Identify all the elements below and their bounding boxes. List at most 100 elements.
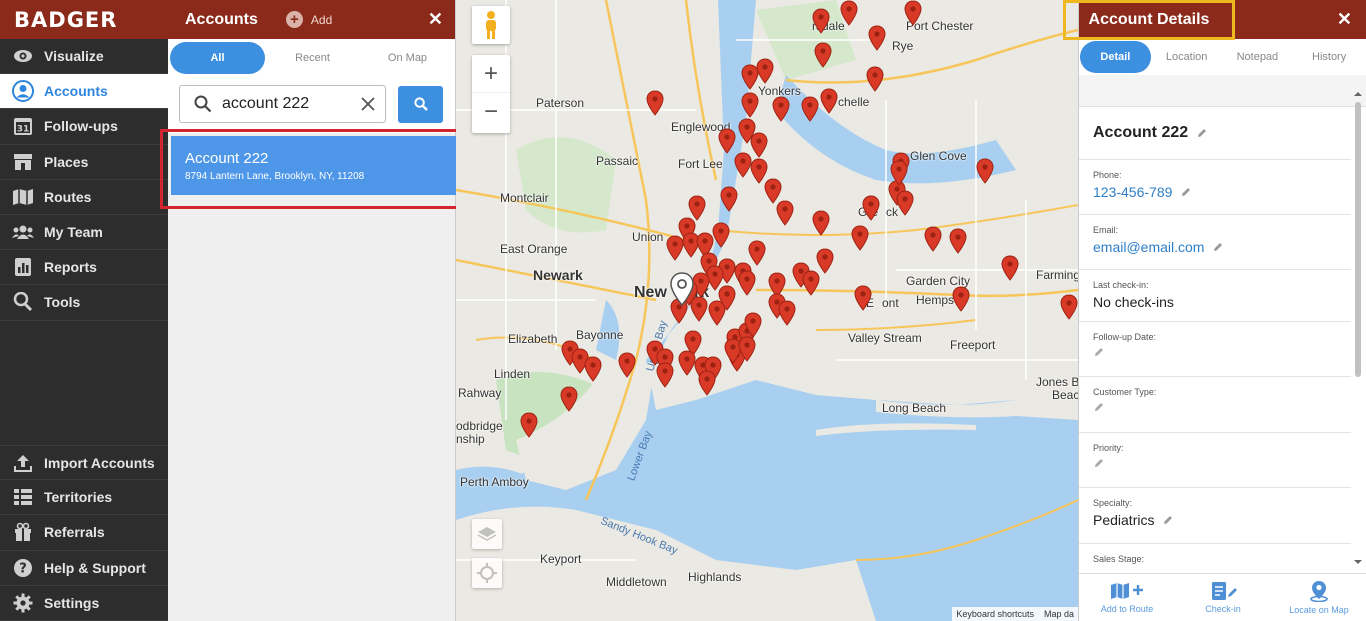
account-map-pin[interactable] — [778, 300, 796, 326]
sidebar-item-visualize[interactable]: Visualize — [0, 39, 168, 75]
close-details-button[interactable]: ✕ — [1337, 9, 1352, 30]
edit-pencil-icon[interactable] — [1162, 514, 1174, 526]
tab-recent[interactable]: Recent — [265, 42, 360, 74]
account-map-pin[interactable] — [756, 58, 774, 84]
account-map-pin[interactable] — [584, 356, 602, 382]
tab-all[interactable]: All — [170, 42, 265, 74]
edit-pencil-icon[interactable] — [1212, 241, 1224, 253]
sidebar-item-label: Import Accounts — [44, 454, 155, 471]
phone-value[interactable]: 123-456-789 — [1093, 184, 1172, 200]
map-data-link[interactable]: Map da — [1044, 609, 1074, 619]
account-map-pin[interactable] — [890, 160, 908, 186]
account-map-pin[interactable] — [1001, 255, 1019, 281]
selected-location-pin[interactable] — [670, 272, 694, 306]
sidebar-item-settings[interactable]: Settings — [0, 586, 168, 621]
upload-icon — [12, 453, 34, 473]
zoom-out-button[interactable]: − — [472, 93, 510, 131]
sidebar-item-tools[interactable]: Tools — [0, 285, 168, 321]
account-map-pin[interactable] — [520, 412, 538, 438]
account-map-pin[interactable] — [741, 92, 759, 118]
sidebar-item-import-accounts[interactable]: Import Accounts — [0, 445, 168, 481]
my-location-button[interactable] — [472, 558, 502, 588]
account-map-pin[interactable] — [744, 312, 762, 338]
account-map-pin[interactable] — [1060, 294, 1078, 320]
edit-pencil-icon[interactable] — [1093, 401, 1105, 413]
account-map-pin[interactable] — [814, 42, 832, 68]
clear-search-icon[interactable] — [361, 97, 376, 111]
account-map-pin[interactable] — [976, 158, 994, 184]
map-view[interactable]: Yonkers Paterson Englewood Passaic Fort … — [456, 0, 1078, 621]
check-in-button[interactable]: Check-in — [1175, 574, 1271, 621]
account-map-pin[interactable] — [840, 0, 858, 26]
map-footer: Keyboard shortcuts Map da — [952, 607, 1078, 621]
edit-pencil-icon[interactable] — [1180, 186, 1192, 198]
search-value: account 222 — [222, 95, 310, 112]
layers-button[interactable] — [472, 519, 502, 549]
account-map-pin[interactable] — [666, 235, 684, 261]
sidebar-item-places[interactable]: Places — [0, 145, 168, 180]
sidebar-item-accounts[interactable]: Accounts — [0, 74, 168, 110]
sidebar-item-help-support[interactable]: ? Help & Support — [0, 551, 168, 586]
email-value[interactable]: email@email.com — [1093, 239, 1204, 255]
search-input[interactable]: account 222 — [179, 85, 387, 123]
keyboard-shortcuts-link[interactable]: Keyboard shortcuts — [956, 609, 1034, 619]
edit-pencil-icon[interactable] — [1093, 346, 1105, 358]
account-map-pin[interactable] — [560, 386, 578, 412]
account-map-pin[interactable] — [738, 336, 756, 362]
account-map-pin[interactable] — [738, 270, 756, 296]
close-accounts-button[interactable]: ✕ — [428, 9, 443, 30]
edit-pencil-icon[interactable] — [1196, 127, 1208, 139]
sales-stage-field: Sales Stage: — [1079, 544, 1351, 573]
account-map-pin[interactable] — [896, 190, 914, 216]
account-map-pin[interactable] — [952, 286, 970, 312]
tab-history[interactable]: History — [1292, 41, 1366, 73]
locate-on-map-button[interactable]: Locate on Map — [1271, 574, 1366, 621]
sidebar-item-reports[interactable]: Reports — [0, 250, 168, 286]
tab-on-map[interactable]: On Map — [360, 42, 455, 74]
account-map-pin[interactable] — [698, 370, 716, 396]
sidebar-item-territories[interactable]: Territories — [0, 480, 168, 516]
sidebar-item-my-team[interactable]: My Team — [0, 215, 168, 251]
account-map-pin[interactable] — [812, 210, 830, 236]
account-map-pin[interactable] — [820, 88, 838, 114]
account-map-pin[interactable] — [776, 200, 794, 226]
account-map-pin[interactable] — [924, 226, 942, 252]
locate-icon — [1310, 581, 1328, 602]
account-map-pin[interactable] — [718, 285, 736, 311]
account-map-pin[interactable] — [618, 352, 636, 378]
account-map-pin[interactable] — [854, 285, 872, 311]
sidebar-item-follow-ups[interactable]: 31 Follow-ups — [0, 109, 168, 145]
account-map-pin[interactable] — [866, 66, 884, 92]
tab-location[interactable]: Location — [1151, 41, 1223, 73]
account-map-pin[interactable] — [750, 132, 768, 158]
account-map-pin[interactable] — [802, 270, 820, 296]
account-map-pin[interactable] — [720, 186, 738, 212]
zoom-in-button[interactable]: + — [472, 55, 510, 93]
edit-pencil-icon[interactable] — [1093, 457, 1105, 469]
tab-notepad[interactable]: Notepad — [1223, 41, 1293, 73]
account-map-pin[interactable] — [812, 8, 830, 34]
account-map-pin[interactable] — [646, 90, 664, 116]
tab-detail[interactable]: Detail — [1080, 41, 1151, 73]
street-view-button[interactable] — [472, 6, 510, 44]
add-to-route-button[interactable]: Add to Route — [1079, 574, 1175, 621]
account-map-pin[interactable] — [868, 25, 886, 51]
account-map-pin[interactable] — [772, 96, 790, 122]
customer-type-label: Customer Type: — [1093, 387, 1157, 397]
search-button[interactable] — [398, 85, 443, 123]
details-title: Account Details — [1063, 0, 1235, 40]
add-account-button[interactable]: + Add — [285, 11, 332, 28]
account-result-item[interactable]: Account 222 8794 Lantern Lane, Brooklyn,… — [171, 136, 456, 195]
account-map-pin[interactable] — [656, 362, 674, 388]
account-map-pin[interactable] — [712, 222, 730, 248]
account-map-pin[interactable] — [949, 228, 967, 254]
account-map-pin[interactable] — [718, 128, 736, 154]
account-map-pin[interactable] — [801, 96, 819, 122]
sidebar-item-routes[interactable]: Routes — [0, 180, 168, 215]
account-map-pin[interactable] — [851, 225, 869, 251]
details-scrollbar[interactable] — [1353, 92, 1363, 572]
account-map-pin[interactable] — [862, 195, 880, 221]
logo-bar[interactable]: BADGER — [0, 0, 168, 39]
account-map-pin[interactable] — [904, 0, 922, 26]
sidebar-item-referrals[interactable]: Referrals — [0, 515, 168, 551]
